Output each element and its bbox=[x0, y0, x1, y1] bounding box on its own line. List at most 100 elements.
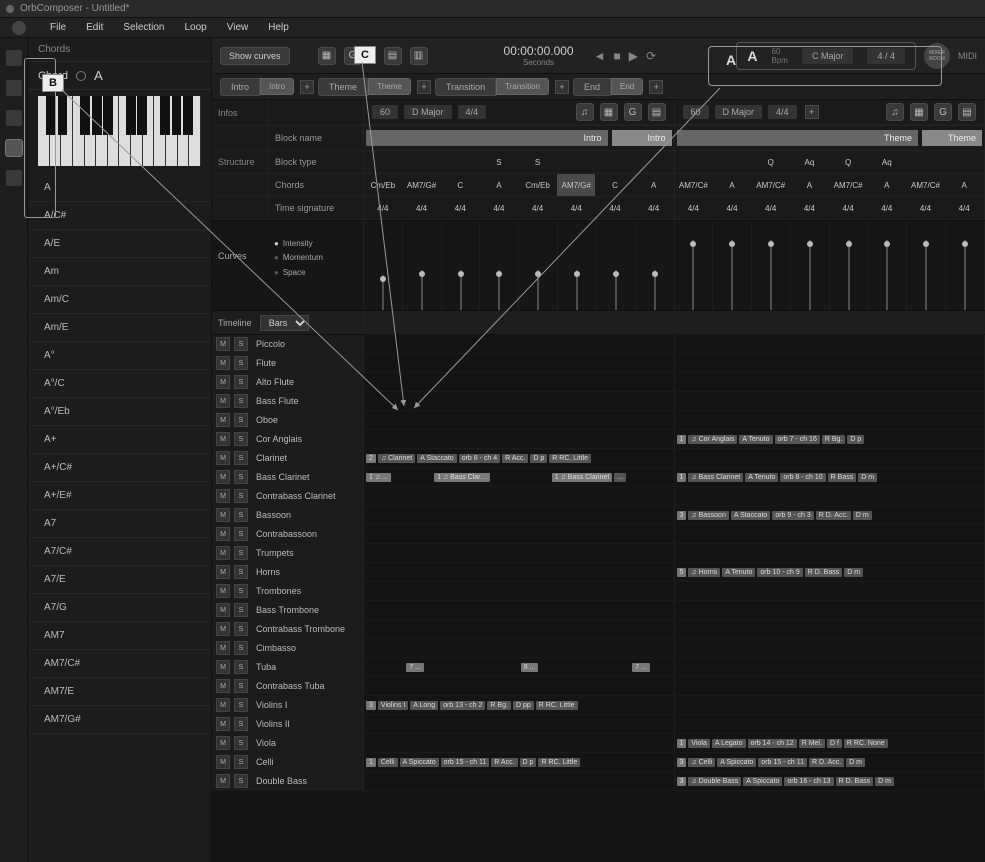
midi-clip[interactable]: 1 ♫ Bass Clarinet... bbox=[550, 469, 668, 485]
block-name-bar[interactable]: Intro bbox=[366, 130, 608, 146]
blocktype-cell[interactable] bbox=[945, 151, 984, 173]
curve-opt-momentum[interactable]: Momentum bbox=[274, 251, 357, 265]
stop-button[interactable]: ■ bbox=[614, 49, 621, 63]
tool-d-icon[interactable]: ▥ bbox=[410, 47, 428, 65]
timesig-cell[interactable]: 4/4 bbox=[557, 197, 596, 219]
block-bpm[interactable]: 60 bbox=[683, 105, 709, 119]
mute-button[interactable]: M bbox=[216, 337, 230, 351]
mute-button[interactable]: M bbox=[216, 432, 230, 446]
chord-cell[interactable]: AM7/G# bbox=[403, 174, 442, 196]
curve-point[interactable] bbox=[419, 271, 425, 277]
timesig-cell[interactable]: 4/4 bbox=[596, 197, 635, 219]
chord-item[interactable]: A7/G bbox=[28, 594, 211, 622]
rail-grid-icon[interactable] bbox=[6, 50, 22, 66]
mixer-button[interactable]: MIXER ROOM bbox=[924, 43, 950, 69]
curve-point[interactable] bbox=[574, 271, 580, 277]
chord-cell[interactable]: Cm/Eb bbox=[519, 174, 558, 196]
chord-cell[interactable]: A bbox=[480, 174, 519, 196]
blocktype-cell[interactable]: Aq bbox=[791, 151, 830, 173]
rail-chord-icon[interactable] bbox=[6, 140, 22, 156]
chord-item[interactable]: A+/C# bbox=[28, 454, 211, 482]
menu-loop[interactable]: Loop bbox=[185, 22, 207, 33]
solo-button[interactable]: S bbox=[234, 717, 248, 731]
midi-clip[interactable]: 1 ♫ Bass Clar… bbox=[432, 469, 509, 485]
midi-clip[interactable]: 3♫ Double BassA Spiccatoorb 16 - ch 13R … bbox=[675, 773, 985, 789]
chord-cell[interactable]: C bbox=[441, 174, 480, 196]
chord-item[interactable]: Am/E bbox=[28, 314, 211, 342]
chord-item[interactable]: AM7/E bbox=[28, 678, 211, 706]
curve-point[interactable] bbox=[380, 276, 386, 282]
solo-button[interactable]: S bbox=[234, 641, 248, 655]
mute-button[interactable]: M bbox=[216, 755, 230, 769]
chord-item[interactable]: AM7/G# bbox=[28, 706, 211, 734]
blocktype-cell[interactable]: Aq bbox=[868, 151, 907, 173]
mute-button[interactable]: M bbox=[216, 375, 230, 389]
block-tool-icon[interactable]: ♫ bbox=[576, 103, 594, 121]
section-button[interactable]: End bbox=[573, 78, 611, 96]
block-bpm[interactable]: 60 bbox=[372, 105, 398, 119]
mute-button[interactable]: M bbox=[216, 470, 230, 484]
solo-button[interactable]: S bbox=[234, 432, 248, 446]
add-section-button[interactable]: + bbox=[555, 80, 569, 94]
block-tool-icon[interactable]: ▤ bbox=[958, 103, 976, 121]
timesig-cell[interactable]: 4/4 bbox=[945, 197, 984, 219]
mute-button[interactable]: M bbox=[216, 584, 230, 598]
chord-cell[interactable]: AM7/G# bbox=[557, 174, 596, 196]
mute-button[interactable]: M bbox=[216, 660, 230, 674]
chord-item[interactable]: A7/C# bbox=[28, 538, 211, 566]
block-name-bar[interactable]: Theme bbox=[922, 130, 982, 146]
mute-button[interactable]: M bbox=[216, 489, 230, 503]
solo-button[interactable]: S bbox=[234, 622, 248, 636]
blocktype-cell[interactable] bbox=[713, 151, 752, 173]
blocktype-cell[interactable] bbox=[557, 151, 596, 173]
curve-point[interactable] bbox=[496, 271, 502, 277]
curve-point[interactable] bbox=[768, 241, 774, 247]
midi-clip[interactable]: 1♫ Bass ClarinetA Tenutoorb 8 - ch 10R B… bbox=[675, 469, 985, 485]
chord-item[interactable]: A°/C bbox=[28, 370, 211, 398]
timesig-cell[interactable]: 4/4 bbox=[675, 197, 714, 219]
solo-button[interactable]: S bbox=[234, 774, 248, 788]
solo-button[interactable]: S bbox=[234, 470, 248, 484]
chord-item[interactable]: Am bbox=[28, 258, 211, 286]
mute-button[interactable]: M bbox=[216, 546, 230, 560]
block-name-bar[interactable]: Theme bbox=[677, 130, 919, 146]
tool-b-icon[interactable]: G bbox=[344, 47, 362, 65]
section-tag[interactable]: Intro bbox=[260, 78, 294, 95]
block-tool-icon[interactable]: ▦ bbox=[600, 103, 618, 121]
block-key[interactable]: D Major bbox=[715, 105, 763, 119]
midi-clip[interactable]: 2♫ ClarinetA Staccatoorb 8 - ch 4R Acc.D… bbox=[364, 450, 636, 466]
solo-button[interactable]: S bbox=[234, 375, 248, 389]
curve-point[interactable] bbox=[535, 271, 541, 277]
blocktype-cell[interactable]: Q bbox=[752, 151, 791, 173]
curve-point[interactable] bbox=[884, 241, 890, 247]
timeline-unit-select[interactable]: Bars bbox=[260, 315, 309, 331]
mute-button[interactable]: M bbox=[216, 508, 230, 522]
mute-button[interactable]: M bbox=[216, 527, 230, 541]
solo-button[interactable]: S bbox=[234, 527, 248, 541]
mute-button[interactable]: M bbox=[216, 413, 230, 427]
play-button[interactable]: ▶ bbox=[629, 49, 638, 63]
rail-gear-icon[interactable] bbox=[6, 110, 22, 126]
add-icon[interactable]: + bbox=[805, 105, 819, 119]
mute-button[interactable]: M bbox=[216, 679, 230, 693]
midi-clip[interactable]: 7 ... bbox=[630, 659, 655, 675]
curve-point[interactable] bbox=[690, 241, 696, 247]
section-button[interactable]: Transition bbox=[435, 78, 496, 96]
mute-button[interactable]: M bbox=[216, 698, 230, 712]
mute-button[interactable]: M bbox=[216, 641, 230, 655]
block-tool-icon[interactable]: G bbox=[624, 103, 642, 121]
menu-edit[interactable]: Edit bbox=[86, 22, 103, 33]
chord-item[interactable]: AM7 bbox=[28, 622, 211, 650]
midi-clip[interactable]: 3Violins IA Longorb 13 - ch 2R Bg.D ppR … bbox=[364, 697, 674, 713]
timesig-chip[interactable]: 4 / 4 bbox=[867, 48, 905, 64]
solo-button[interactable]: S bbox=[234, 660, 248, 674]
timesig-cell[interactable]: 4/4 bbox=[480, 197, 519, 219]
logo-icon[interactable] bbox=[12, 21, 26, 35]
menu-view[interactable]: View bbox=[227, 22, 249, 33]
chord-item[interactable]: A° bbox=[28, 342, 211, 370]
curve-point[interactable] bbox=[729, 241, 735, 247]
chord-item[interactable]: A+/E# bbox=[28, 482, 211, 510]
block-tool-icon[interactable]: ♫ bbox=[886, 103, 904, 121]
mute-button[interactable]: M bbox=[216, 565, 230, 579]
midi-clip[interactable]: 1ViolaA Legatoorb 14 - ch 12R Mel.D fR R… bbox=[675, 735, 985, 751]
